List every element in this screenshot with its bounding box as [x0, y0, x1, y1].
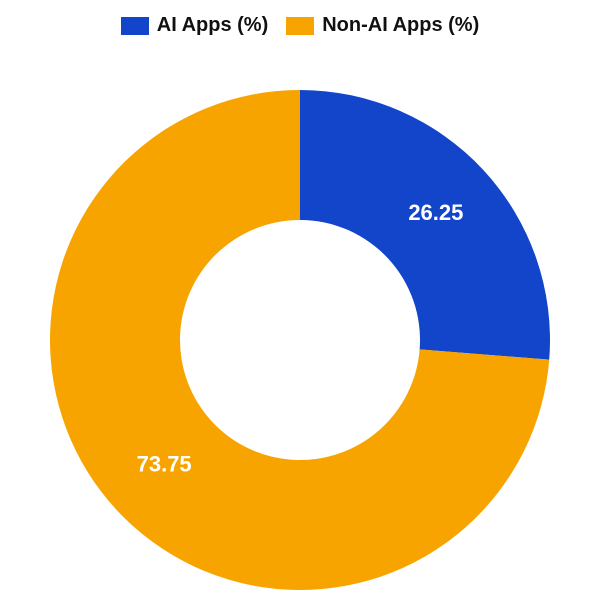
- legend-swatch-ai: [121, 17, 149, 35]
- data-label-1: 73.75: [137, 451, 192, 476]
- legend-label-ai: AI Apps (%): [157, 14, 268, 37]
- donut-chart: 26.25 73.75: [0, 60, 600, 590]
- legend: AI Apps (%) Non-AI Apps (%): [0, 0, 600, 37]
- data-label-0: 26.25: [408, 200, 463, 225]
- legend-label-non-ai: Non-AI Apps (%): [322, 14, 479, 37]
- legend-swatch-non-ai: [286, 17, 314, 35]
- legend-item-ai: AI Apps (%): [121, 14, 268, 37]
- legend-item-non-ai: Non-AI Apps (%): [286, 14, 479, 37]
